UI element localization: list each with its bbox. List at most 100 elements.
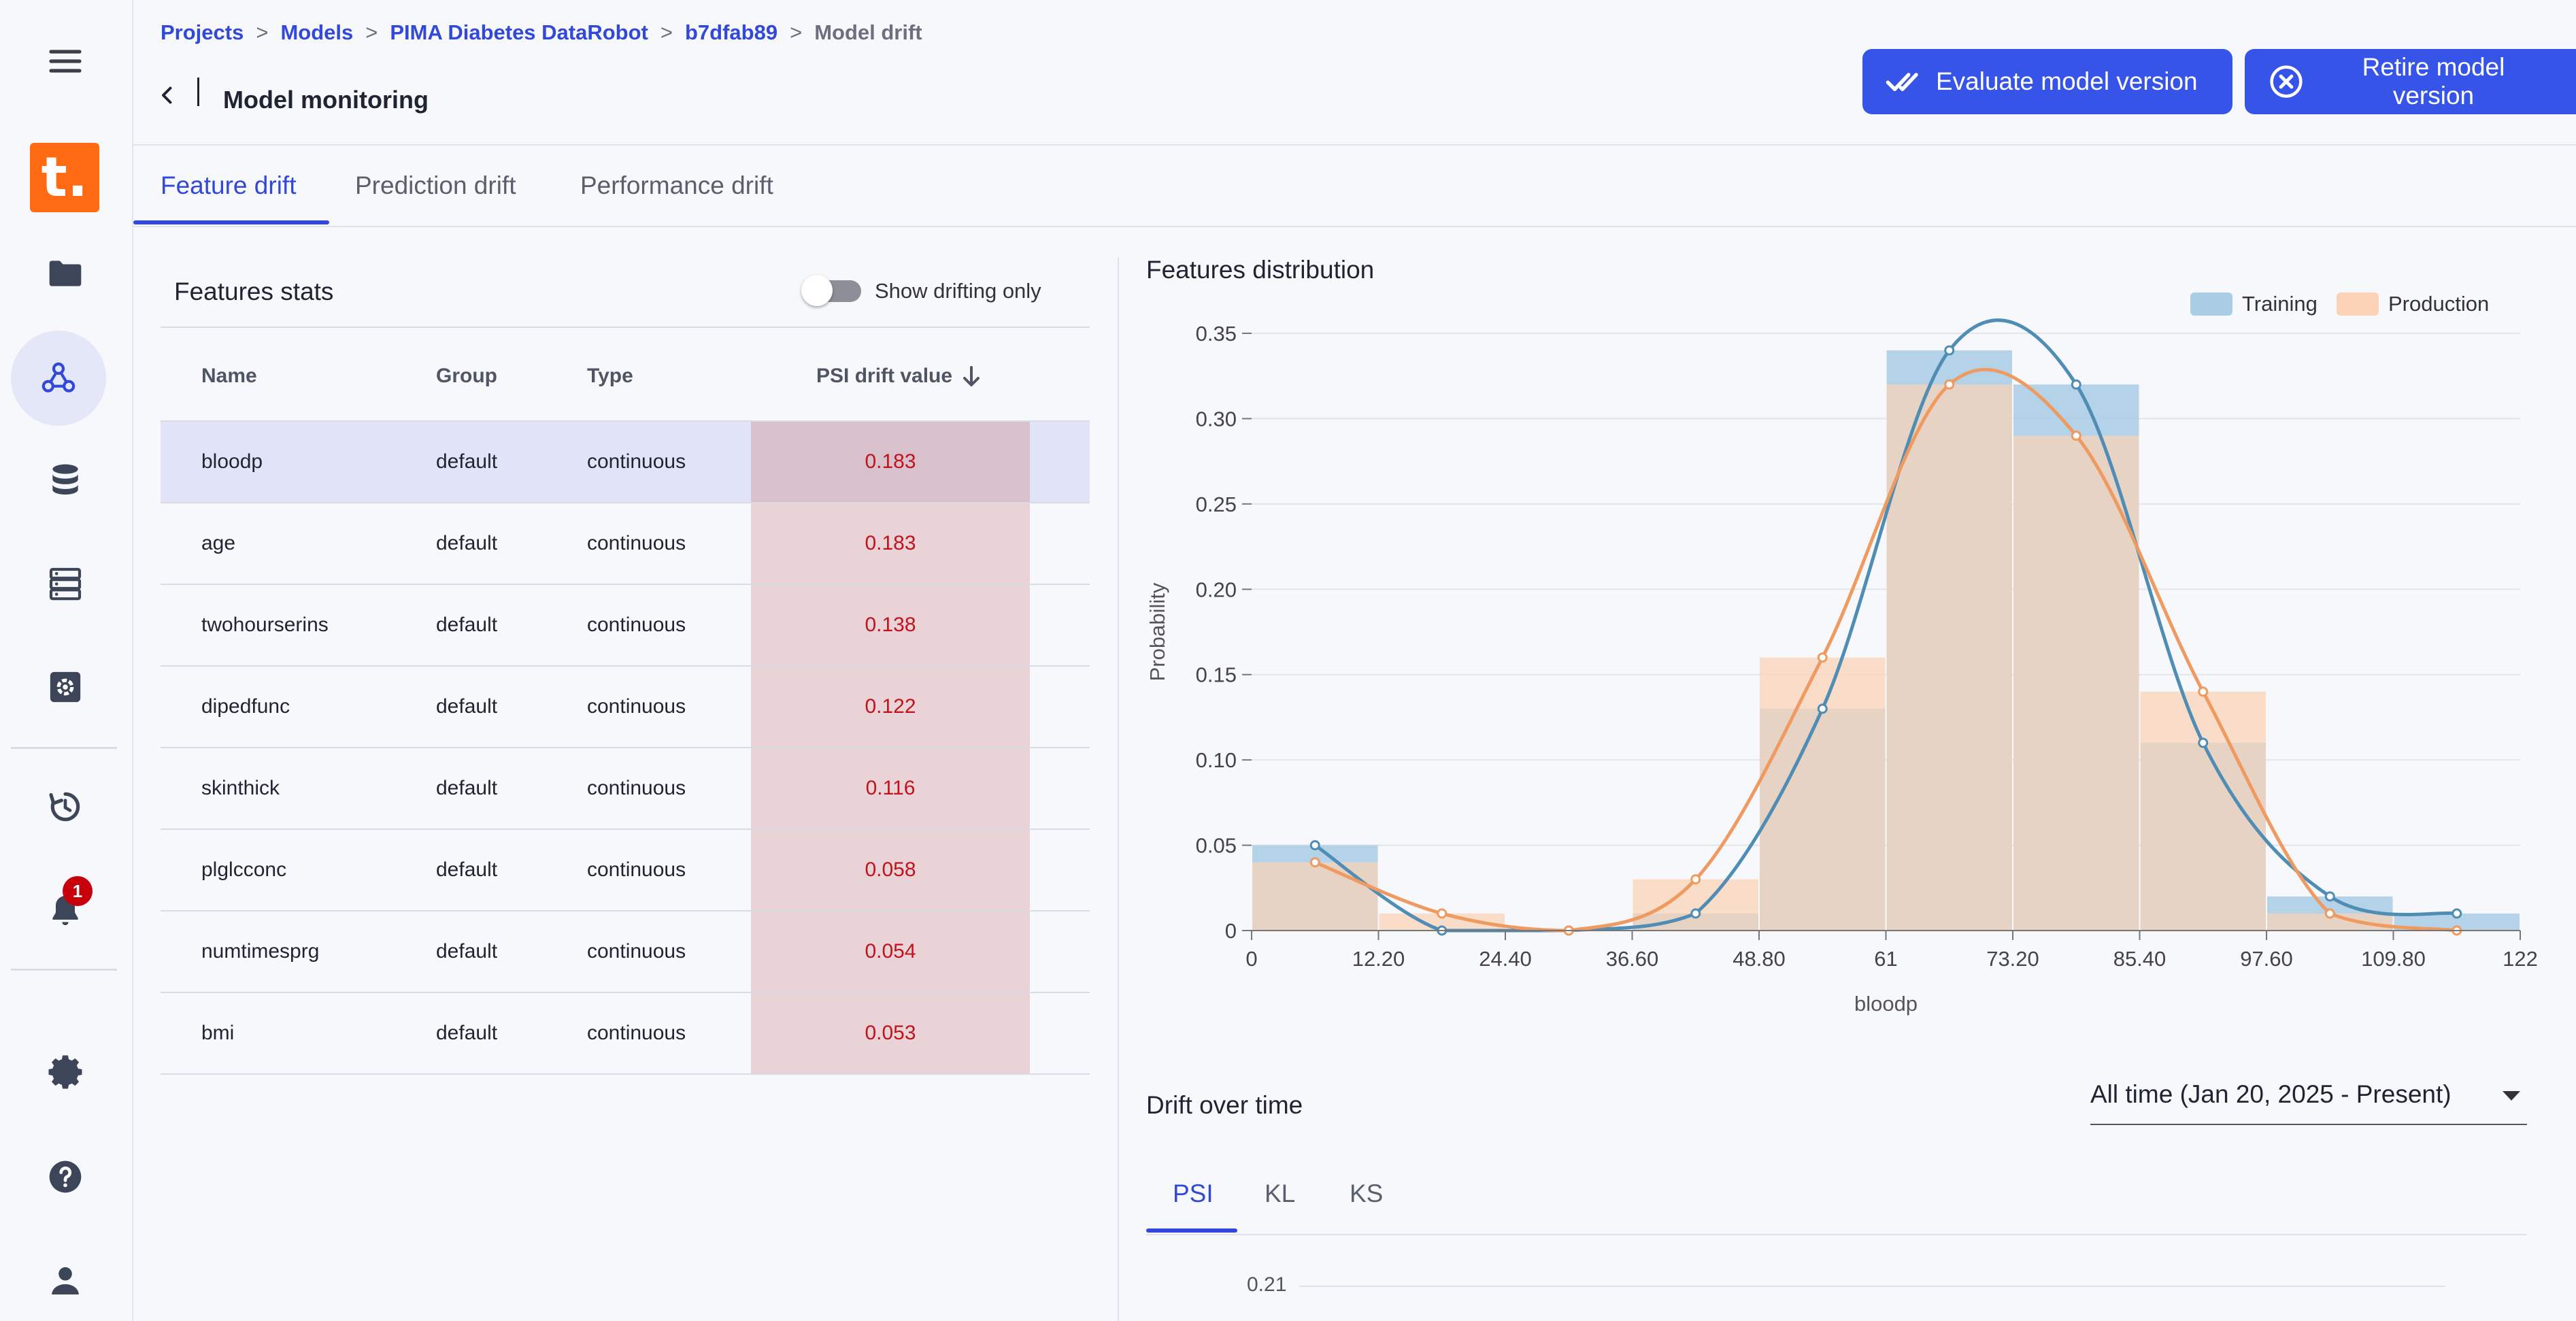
folder-icon[interactable] [33,241,98,306]
help-icon[interactable] [33,1144,98,1209]
evaluate-model-version-button[interactable]: Evaluate model version [1862,49,2232,114]
sidebar: t. 1 [0,0,133,1321]
cell-type: continuous [587,777,686,799]
metric-tab-psi[interactable]: PSI [1173,1180,1214,1208]
database-icon[interactable] [33,448,98,513]
settings-box-icon[interactable] [33,654,98,720]
x-tick-label: 24.40 [1479,947,1532,971]
y-tick-label: 0.05 [1196,834,1237,858]
y-tick-label: 0.25 [1196,492,1237,516]
table-row[interactable]: twohourserins default continuous 0.138 [161,585,1090,667]
cell-group: default [436,1022,498,1044]
table-row[interactable]: bloodp default continuous 0.183 [161,422,1090,503]
tabs-divider [133,226,2576,227]
features-stats-title: Features stats [174,278,334,305]
cell-name: bloodp [201,450,263,473]
breadcrumb-current: Model drift [814,20,922,44]
notification-badge: 1 [63,876,93,906]
tab-performance-drift[interactable]: Performance drift [580,171,773,200]
retire-model-version-button[interactable]: Retire model version [2245,49,2576,114]
cell-type: continuous [587,532,686,554]
cell-psi-value: 0.058 [751,830,1030,910]
histogram-bar [1633,879,1758,931]
cell-group: default [436,450,498,473]
show-drifting-only-toggle[interactable] [801,275,861,306]
curve-point [1817,652,1828,663]
table-row[interactable]: plglcconc default continuous 0.058 [161,830,1090,912]
time-range-select[interactable]: All time (Jan 20, 2025 - Present) [2090,1080,2527,1125]
metric-tabs-divider [1146,1234,2527,1235]
table-row[interactable]: bmi default continuous 0.053 [161,993,1090,1075]
curve-point [1944,345,1955,356]
sort-descending-icon[interactable] [962,366,981,388]
breadcrumb-projects[interactable]: Projects [161,20,244,45]
page-title: Model monitoring [223,86,429,114]
y-tick-label: 0.20 [1196,578,1237,601]
models-nav-icon[interactable] [11,331,106,426]
cell-type: continuous [587,858,686,881]
cell-name: bmi [201,1022,235,1044]
column-header-group[interactable]: Group [436,365,497,388]
x-tick-label: 12.20 [1352,947,1405,971]
curve-point [2071,379,2081,390]
cell-psi-value: 0.054 [751,912,1030,992]
drift-chart-y-tick: 0.21 [1247,1273,1287,1296]
breadcrumb-project[interactable]: PIMA Diabetes DataRobot [390,20,648,45]
back-arrow-icon[interactable] [155,76,182,114]
cell-group: default [436,940,498,963]
cell-group: default [436,858,498,881]
column-header-type[interactable]: Type [587,365,633,388]
y-tick-label: 0.30 [1196,407,1237,431]
table-row[interactable]: numtimesprg default continuous 0.054 [161,912,1090,993]
chevron-down-icon [2503,1091,2520,1101]
cell-type: continuous [587,614,686,636]
menu-icon[interactable] [33,29,98,94]
toggle-label: Show drifting only [875,279,1041,303]
title-divider [197,78,199,106]
user-icon[interactable] [33,1248,98,1313]
x-tick-label: 85.40 [2113,947,2167,971]
cell-psi-value: 0.122 [751,667,1030,747]
legend-swatch [2337,292,2379,316]
curve-point [2071,431,2081,441]
cell-psi-value: 0.053 [751,993,1030,1073]
x-tick-label: 109.80 [2361,947,2426,971]
header-divider [133,144,2576,146]
cell-group: default [436,532,498,554]
x-tick-label: 122 [2503,947,2538,971]
density-curve [1314,367,2458,933]
metric-tab-ks[interactable]: KS [1350,1180,1383,1208]
metric-tab-kl[interactable]: KL [1265,1180,1295,1208]
table-row[interactable]: dipedfunc default continuous 0.122 [161,667,1090,748]
curve-point [1437,908,1448,919]
cell-group: default [436,695,498,718]
column-header-psi[interactable]: PSI drift value [816,365,952,388]
histogram-bar [2140,691,2266,931]
cell-name: plglcconc [201,858,287,881]
close-circle-icon [2270,65,2303,98]
cell-name: age [201,532,236,554]
app-logo[interactable]: t. [30,143,99,212]
histogram-bar [1252,862,1378,931]
cell-psi-value: 0.183 [751,422,1030,502]
tab-feature-drift[interactable]: Feature drift [161,171,296,200]
curve-point [1817,703,1828,714]
breadcrumb-models[interactable]: Models [280,20,353,45]
histogram-bar [1886,384,2012,931]
cell-psi-value: 0.183 [751,503,1030,584]
curve-point [1309,840,1320,851]
breadcrumb-model-version[interactable]: b7dfab89 [685,20,777,45]
column-header-name[interactable]: Name [201,365,257,388]
y-tick-label: 0.15 [1196,663,1237,687]
cell-type: continuous [587,450,686,473]
monitoring-icon[interactable] [33,774,98,839]
table-row[interactable]: skinthick default continuous 0.116 [161,748,1090,830]
sidebar-divider [11,969,117,971]
x-tick-label: 61 [1874,947,1897,971]
tab-prediction-drift[interactable]: Prediction drift [355,171,516,200]
server-icon[interactable] [33,551,98,616]
table-row[interactable]: age default continuous 0.183 [161,503,1090,585]
curve-point [2452,908,2462,919]
gear-icon[interactable] [33,1039,98,1105]
breadcrumb: Projects > Models > PIMA Diabetes DataRo… [161,20,922,45]
